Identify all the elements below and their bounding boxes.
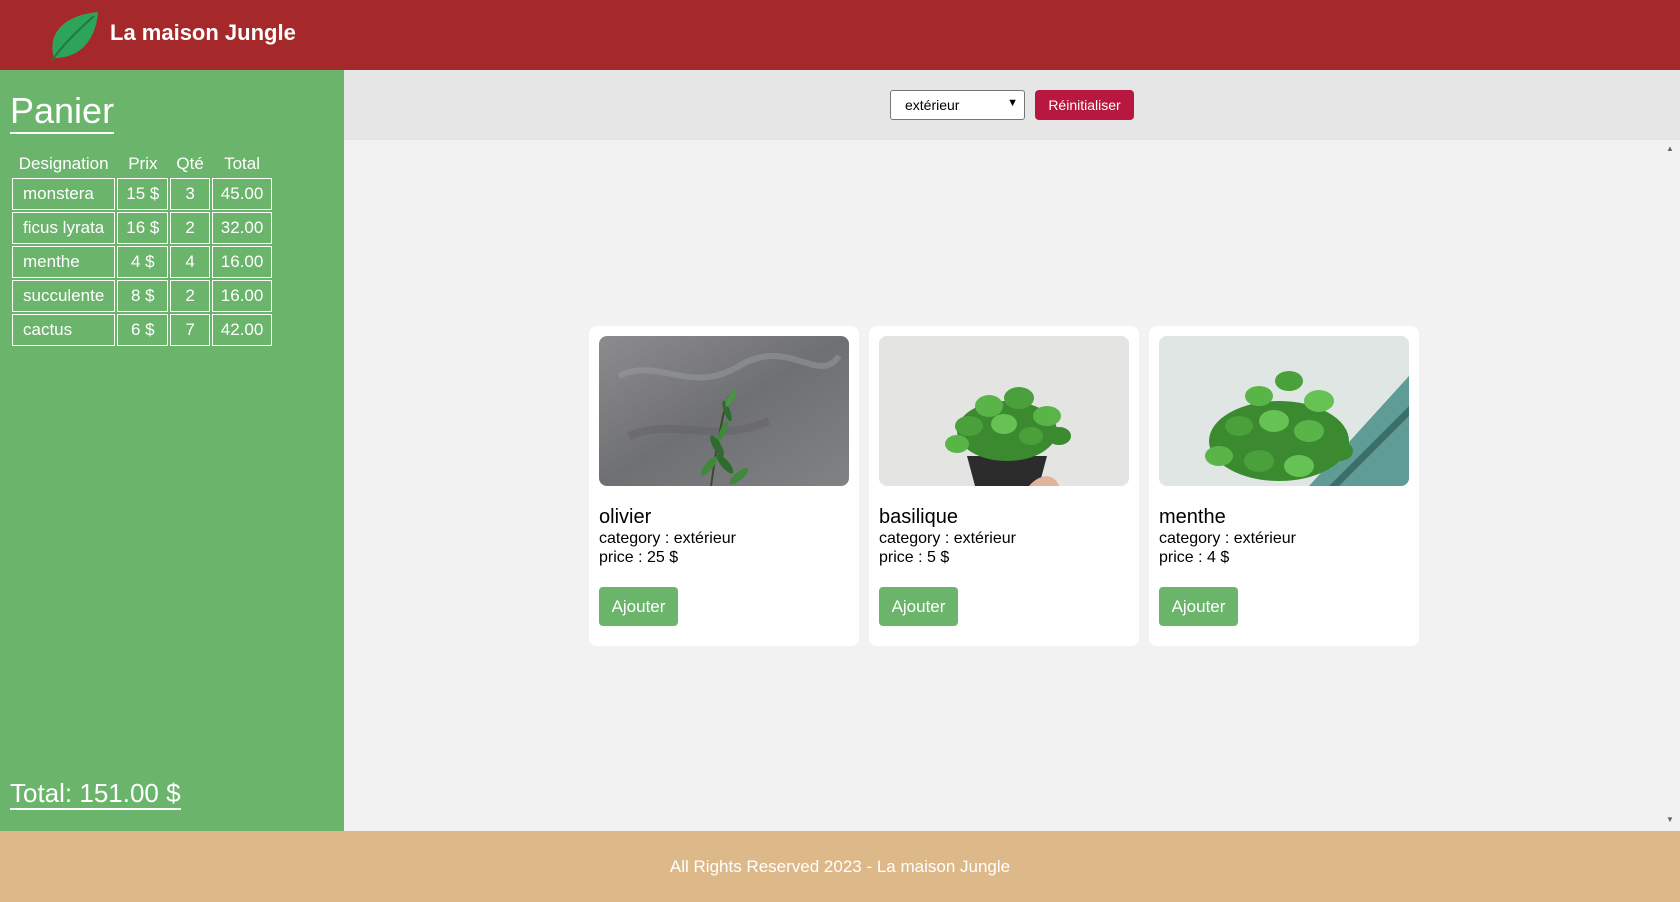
add-to-cart-button[interactable]: Ajouter [879, 587, 958, 626]
cart-item-price: 4 $ [117, 246, 169, 278]
cart-item-name: monstera [12, 178, 116, 210]
cart-item-total: 32.00 [211, 212, 273, 244]
product-category: category : extérieur [599, 530, 736, 547]
cart-item-price: 15 $ [117, 178, 169, 210]
col-total: Total [224, 154, 261, 173]
product-category: category : extérieur [1159, 530, 1296, 547]
cart-item-price: 16 $ [117, 212, 169, 244]
product-price: price : 25 $ [599, 549, 679, 566]
cart-item-total: 16.00 [211, 246, 273, 278]
product-price: price : 5 $ [879, 549, 950, 566]
footer-text: All Rights Reserved 2023 - La maison Jun… [669, 856, 1011, 876]
add-to-cart-button[interactable]: Ajouter [1159, 587, 1238, 626]
cart-item-name: ficus lyrata [12, 212, 116, 244]
cart-row: menthe 4 $ 4 16.00 [12, 246, 273, 278]
cart-item-qty: 2 [170, 212, 210, 244]
leaf-icon [46, 8, 104, 62]
cart-title: Panier [10, 90, 115, 134]
product-name: basilique [879, 506, 958, 528]
cart-item-qty: 2 [170, 280, 210, 312]
scroll-up-arrow-icon[interactable]: ▲ [1666, 144, 1674, 153]
col-qte: Qté [176, 154, 204, 173]
cart-total: Total: 151.00 $ [10, 778, 181, 810]
cart-item-name: succulente [12, 280, 116, 312]
cart-row: monstera 15 $ 3 45.00 [12, 178, 273, 210]
mint-image [1159, 336, 1409, 486]
product-category: category : extérieur [879, 530, 1016, 547]
product-name: olivier [599, 506, 652, 528]
basil-image [879, 336, 1129, 486]
cart-item-qty: 3 [170, 178, 210, 210]
cart-row: cactus 6 $ 7 42.00 [12, 314, 273, 346]
reset-button[interactable]: Réinitialiser [1035, 90, 1134, 120]
cart-row: ficus lyrata 16 $ 2 32.00 [12, 212, 273, 244]
header: La maison Jungle [0, 0, 1680, 70]
cart-item-price: 6 $ [117, 314, 169, 346]
product-card: olivier category : extérieur price : 25 … [589, 326, 859, 646]
cart-table: Designation Prix Qté Total monstera 15 $… [10, 150, 274, 348]
col-prix: Prix [128, 154, 158, 173]
product-card: basilique category : extérieur price : 5… [869, 326, 1139, 646]
footer: All Rights Reserved 2023 - La maison Jun… [0, 831, 1680, 902]
cart-item-name: menthe [12, 246, 116, 278]
cart-item-total: 45.00 [211, 178, 273, 210]
cart-item-total: 16.00 [211, 280, 273, 312]
olive-tree-image [599, 336, 849, 486]
add-to-cart-button[interactable]: Ajouter [599, 587, 678, 626]
cart-panel: Panier Designation Prix Qté Total monste… [0, 70, 344, 831]
product-card: menthe category : extérieur price : 4 $ … [1149, 326, 1419, 646]
cart-item-price: 8 $ [117, 280, 169, 312]
brand-title[interactable]: La maison Jungle [110, 20, 296, 46]
category-select-value: extérieur [905, 97, 960, 113]
cart-item-qty: 4 [170, 246, 210, 278]
category-select[interactable]: extérieur ▼ [890, 90, 1025, 120]
cart-item-name: cactus [12, 314, 116, 346]
col-designation: Designation [18, 154, 109, 173]
chevron-down-icon: ▼ [1007, 97, 1018, 109]
cart-item-qty: 7 [170, 314, 210, 346]
cart-row: succulente 8 $ 2 16.00 [12, 280, 273, 312]
cart-header-row: Designation Prix Qté Total [12, 152, 272, 176]
scroll-down-arrow-icon[interactable]: ▼ [1666, 815, 1674, 824]
cart-item-total: 42.00 [211, 314, 273, 346]
product-price: price : 4 $ [1159, 549, 1230, 566]
product-name: menthe [1159, 506, 1226, 528]
